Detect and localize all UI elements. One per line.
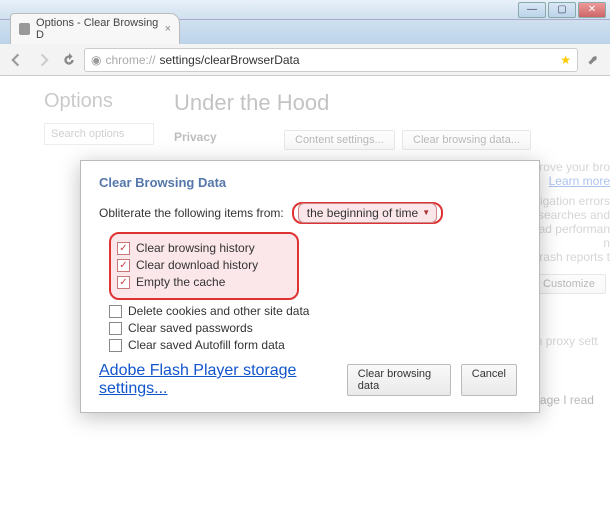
tab-close-icon[interactable]: × xyxy=(165,23,171,35)
globe-icon: ◉ xyxy=(91,53,101,67)
back-button[interactable] xyxy=(6,49,28,71)
dialog-prompt: Obliterate the following items from: xyxy=(99,206,284,220)
wrench-icon xyxy=(19,23,30,35)
cancel-button[interactable]: Cancel xyxy=(461,364,517,396)
tab-title: Options - Clear Browsing D xyxy=(36,17,159,41)
checkbox-icon: ✓ xyxy=(117,242,130,255)
checkbox-icon xyxy=(109,305,122,318)
maximize-button[interactable]: ▢ xyxy=(548,2,576,18)
close-window-button[interactable]: ✕ xyxy=(578,2,606,18)
url-path: settings/clearBrowserData xyxy=(160,53,300,67)
checkbox-icon xyxy=(109,339,122,352)
time-range-highlight: the beginning of time xyxy=(292,202,443,224)
address-bar[interactable]: ◉ chrome:// settings/clearBrowserData ★ xyxy=(84,48,578,72)
browser-window: — ▢ ✕ Options - Clear Browsing D × ◉ chr… xyxy=(0,0,610,520)
check-empty-cache[interactable]: ✓Empty the cache xyxy=(117,275,291,289)
check-browsing-history[interactable]: ✓Clear browsing history xyxy=(117,241,291,255)
wrench-menu-button[interactable] xyxy=(582,49,604,71)
dialog-title: Clear Browsing Data xyxy=(99,175,521,190)
checks-highlight: ✓Clear browsing history ✓Clear download … xyxy=(109,232,299,300)
check-saved-passwords[interactable]: Clear saved passwords xyxy=(109,321,521,335)
flash-storage-link[interactable]: Adobe Flash Player storage settings... xyxy=(99,362,347,398)
minimize-button[interactable]: — xyxy=(518,2,546,18)
forward-button[interactable] xyxy=(32,49,54,71)
clear-browsing-data-dialog: Clear Browsing Data Obliterate the follo… xyxy=(80,160,540,413)
clear-data-confirm-button[interactable]: Clear browsing data xyxy=(347,364,451,396)
url-scheme: chrome:// xyxy=(105,53,155,67)
toolbar: ◉ chrome:// settings/clearBrowserData ★ xyxy=(0,44,610,76)
checkbox-icon: ✓ xyxy=(117,259,130,272)
reload-button[interactable] xyxy=(58,49,80,71)
check-download-history[interactable]: ✓Clear download history xyxy=(117,258,291,272)
check-delete-cookies[interactable]: Delete cookies and other site data xyxy=(109,304,521,318)
time-range-select[interactable]: the beginning of time xyxy=(298,203,437,223)
checkbox-icon: ✓ xyxy=(117,276,130,289)
browser-tab[interactable]: Options - Clear Browsing D × xyxy=(10,13,180,44)
bookmark-star-icon[interactable]: ★ xyxy=(560,53,571,67)
checkbox-icon xyxy=(109,322,122,335)
check-autofill-data[interactable]: Clear saved Autofill form data xyxy=(109,338,521,352)
tab-strip: Options - Clear Browsing D × xyxy=(0,20,610,44)
